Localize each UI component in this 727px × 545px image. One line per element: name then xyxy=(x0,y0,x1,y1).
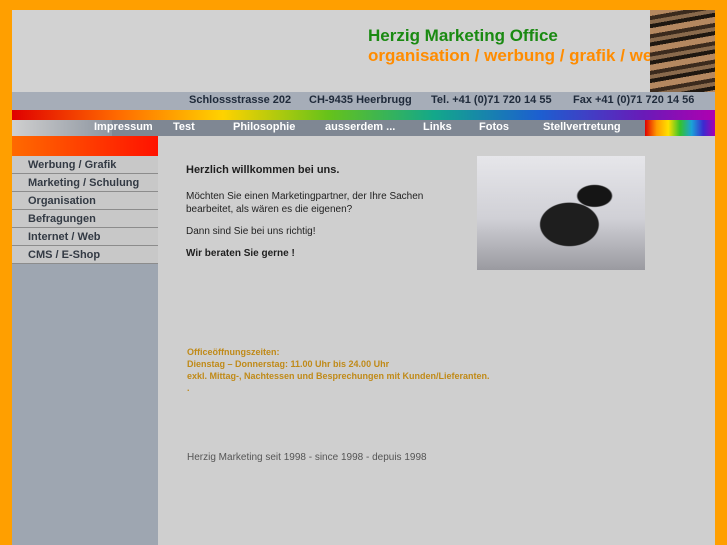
hours-title: Officeöffnungszeiten: xyxy=(187,347,280,357)
brand-tagline: organisation / werbung / grafik / web xyxy=(368,46,663,65)
address-street: Schlossstrasse 202 xyxy=(189,94,292,106)
hours-dot: . xyxy=(187,383,190,393)
sidebar-item-internet-web[interactable]: Internet / Web xyxy=(12,228,158,246)
address-tel: Tel. +41 (0)71 720 14 55 xyxy=(431,94,552,106)
sidebar-item-werbung-grafik[interactable]: Werbung / Grafik xyxy=(12,156,158,174)
address-fax: Fax +41 (0)71 720 14 56 xyxy=(573,94,695,106)
tab-stellvertretung[interactable]: Stellvertretung xyxy=(543,121,621,133)
hours-note: exkl. Mittag-, Nachtessen und Besprechun… xyxy=(187,371,490,381)
address-city: CH-9435 Heerbrugg xyxy=(309,94,412,106)
sidebar-item-marketing-schulung[interactable]: Marketing / Schulung xyxy=(12,174,158,192)
sidebar: Werbung / Grafik Marketing / Schulung Or… xyxy=(12,136,158,545)
sidebar-item-cms-eshop[interactable]: CMS / E-Shop xyxy=(12,246,158,264)
tab-test[interactable]: Test xyxy=(173,121,195,133)
page-frame: Herzig Marketing Office organisation / w… xyxy=(12,10,715,545)
brand-title: Herzig Marketing Office xyxy=(368,26,558,45)
footer-text: Herzig Marketing seit 1998 - since 1998 … xyxy=(187,452,427,463)
address-bar: Schlossstrasse 202 CH-9435 Heerbrugg Tel… xyxy=(12,92,715,110)
office-hours: Officeöffnungszeiten: Dienstag – Donners… xyxy=(187,346,490,394)
tab-impressum[interactable]: Impressum xyxy=(94,121,153,133)
advice-text: Wir beraten Sie gerne ! xyxy=(186,248,295,259)
tab-links[interactable]: Links xyxy=(423,121,452,133)
main-content: Herzlich willkommen bei uns. Möchten Sie… xyxy=(158,136,715,545)
welcome-heading: Herzlich willkommen bei uns. xyxy=(186,164,340,176)
rainbow-strip xyxy=(12,110,715,120)
intro-followup: Dann sind Sie bei uns richtig! xyxy=(186,226,316,237)
header-photo xyxy=(650,10,715,92)
tab-ausserdem[interactable]: ausserdem ... xyxy=(325,121,395,133)
tab-fotos[interactable]: Fotos xyxy=(479,121,509,133)
sidebar-accent xyxy=(12,136,158,156)
intro-text: Möchten Sie einen Marketingpartner, der … xyxy=(186,191,424,215)
hours-days: Dienstag – Donnerstag: 11.00 Uhr bis 24.… xyxy=(187,359,390,369)
top-navigation: Impressum Test Philosophie ausserdem ...… xyxy=(12,120,715,136)
tab-philosophie[interactable]: Philosophie xyxy=(233,121,295,133)
nav-rainbow-end xyxy=(645,120,715,136)
sidebar-item-organisation[interactable]: Organisation xyxy=(12,192,158,210)
dog-photo xyxy=(477,156,645,270)
sidebar-item-befragungen[interactable]: Befragungen xyxy=(12,210,158,228)
header: Herzig Marketing Office organisation / w… xyxy=(12,10,715,92)
